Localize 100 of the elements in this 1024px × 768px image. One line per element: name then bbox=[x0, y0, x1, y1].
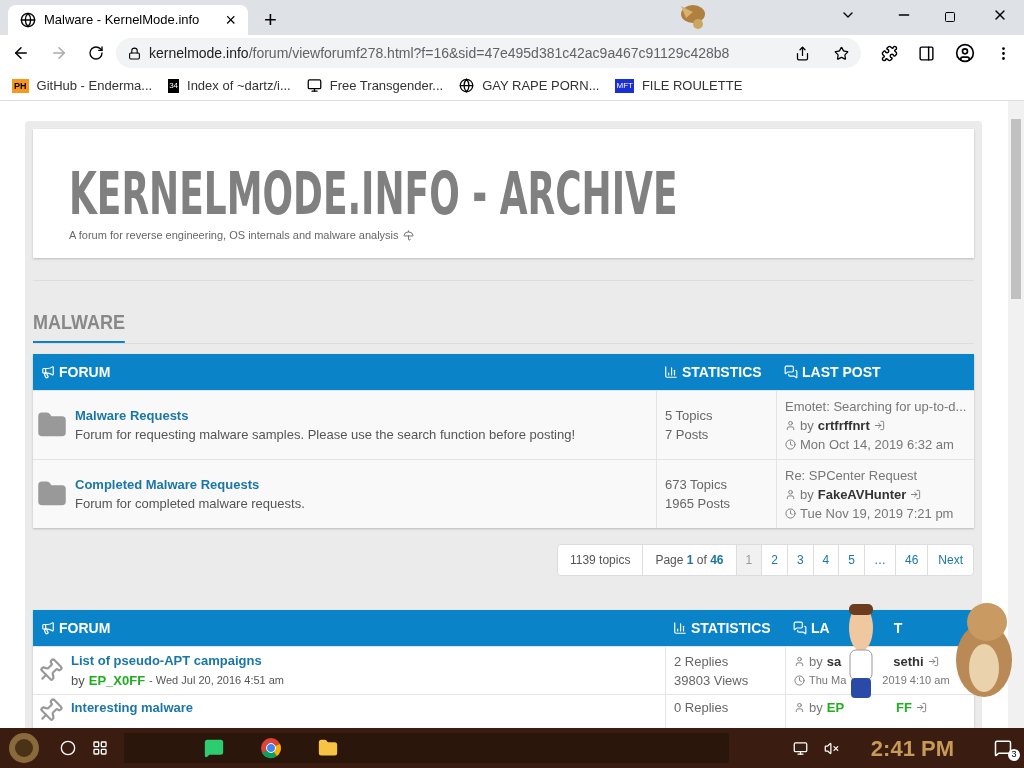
folder-icon[interactable] bbox=[318, 738, 338, 758]
user-icon bbox=[794, 655, 805, 667]
user-icon bbox=[794, 702, 805, 713]
forum-description: Forum for requesting malware samples. Please use the search function before posting! bbox=[75, 426, 576, 444]
by-label: by bbox=[800, 416, 814, 435]
column-heading: FORUM bbox=[59, 362, 111, 382]
view-count: 39803 Views bbox=[674, 671, 750, 690]
bar-chart-icon bbox=[664, 365, 678, 379]
address-field[interactable]: kernelmode.info/forum/viewforumf278.html?f=16&sid=47e495d381c42ac9a467c91129c428b8 bbox=[116, 38, 861, 68]
task-view-icon[interactable] bbox=[92, 740, 108, 756]
forum-link[interactable]: Completed Malware Requests bbox=[75, 474, 305, 494]
clock-icon bbox=[785, 438, 796, 450]
bookmark-link[interactable]: GitHub - Enderma... bbox=[36, 75, 153, 96]
column-heading: FORUM bbox=[59, 618, 111, 638]
go-to-post-icon[interactable] bbox=[910, 488, 922, 500]
new-tab-button[interactable]: + bbox=[264, 9, 277, 31]
post-time: 2019 4:10 am bbox=[882, 672, 950, 688]
bookmark-icon: 34 bbox=[168, 78, 180, 93]
side-panel-icon[interactable] bbox=[918, 44, 935, 62]
bookmark-link[interactable]: FILE ROULETTE bbox=[641, 75, 743, 96]
browser-tab[interactable]: Malware - KernelMode.info × bbox=[8, 5, 248, 35]
last-post-link[interactable]: Re: SPCenter Request bbox=[785, 465, 974, 485]
by-label: by bbox=[71, 671, 85, 690]
topic-count: 673 Topics bbox=[665, 476, 728, 494]
last-post-link[interactable]: Emotet: Searching for up-to-d... bbox=[785, 396, 974, 416]
reply-count: 0 Replies bbox=[674, 699, 730, 717]
scrollbar[interactable] bbox=[1008, 101, 1024, 728]
post-count: 7 Posts bbox=[665, 426, 710, 444]
umbrella-icon bbox=[402, 229, 414, 241]
globe-icon bbox=[20, 12, 36, 28]
reply-count: 2 Replies bbox=[674, 652, 730, 671]
author-link[interactable]: EP bbox=[826, 698, 845, 717]
clock-icon bbox=[794, 674, 805, 686]
star-icon[interactable] bbox=[834, 45, 849, 61]
topic-count: 1139 topics bbox=[557, 545, 644, 575]
section-title: MALWARE bbox=[33, 307, 125, 343]
bar-chart-icon bbox=[673, 621, 687, 635]
post-count: 1965 Posts bbox=[665, 495, 732, 513]
page-link[interactable]: 5 bbox=[839, 545, 865, 575]
post-time: Mon Oct 14, 2019 6:32 am bbox=[800, 435, 954, 454]
page-link[interactable]: 3 bbox=[787, 545, 814, 575]
maximize-icon[interactable] bbox=[944, 11, 956, 23]
user-icon bbox=[785, 419, 796, 431]
page-link[interactable]: 46 bbox=[895, 545, 929, 575]
bookmark-link[interactable]: Index of ~dartz/i... bbox=[187, 75, 291, 96]
chat-icon bbox=[793, 621, 807, 635]
network-icon[interactable] bbox=[792, 740, 808, 756]
notes-app-icon[interactable] bbox=[204, 738, 224, 758]
muted-speaker-icon[interactable] bbox=[823, 740, 839, 756]
author-link[interactable]: FF bbox=[896, 698, 912, 717]
page-indicator: Page 1 of 46 bbox=[643, 545, 737, 575]
author-link[interactable]: sethi bbox=[893, 651, 924, 671]
clock-icon bbox=[785, 507, 796, 519]
site-title: KERNELMODE.INFO - ARCHIVE bbox=[69, 165, 678, 223]
topic-link[interactable]: List of pseudo-APT campaigns bbox=[71, 651, 285, 671]
column-heading: LA bbox=[811, 618, 830, 638]
reload-icon[interactable] bbox=[88, 45, 104, 61]
author-link[interactable]: crtfrffnrt bbox=[817, 415, 870, 435]
forum-description: Forum for completed malware requests. bbox=[75, 495, 305, 513]
page-link[interactable]: 4 bbox=[813, 545, 840, 575]
tab-title: Malware - KernelMode.info bbox=[44, 11, 201, 30]
column-heading: STATISTICS bbox=[691, 618, 771, 638]
clock-time[interactable]: 2:41 PM bbox=[870, 731, 954, 765]
go-to-post-icon[interactable] bbox=[927, 655, 939, 667]
page-link[interactable]: 2 bbox=[762, 545, 788, 575]
next-link[interactable]: Next bbox=[928, 545, 973, 575]
megaphone-icon bbox=[41, 621, 55, 635]
bookmark-link[interactable]: GAY RAPE PORN... bbox=[482, 75, 600, 96]
notifications-icon[interactable] bbox=[994, 739, 1012, 757]
topic-count: 5 Topics bbox=[665, 407, 714, 425]
author-link[interactable]: sa bbox=[826, 651, 842, 671]
page-link[interactable]: … bbox=[864, 545, 896, 575]
column-heading: T bbox=[893, 618, 903, 638]
share-icon[interactable] bbox=[795, 45, 810, 61]
profile-icon[interactable] bbox=[955, 43, 975, 63]
post-date: - Wed Jul 20, 2016 4:51 am bbox=[149, 673, 285, 688]
post-time: Thu Ma bbox=[809, 672, 847, 688]
bookmark-link[interactable]: Free Transgender... bbox=[329, 75, 444, 96]
by-label: by bbox=[800, 485, 814, 504]
topic-link[interactable]: Interesting malware bbox=[71, 698, 194, 718]
bookmark-icon: MFT bbox=[615, 78, 634, 93]
back-icon[interactable] bbox=[12, 44, 30, 62]
author-link[interactable]: FakeAVHunter bbox=[817, 484, 907, 504]
by-label: by bbox=[809, 652, 823, 671]
site-subtitle: A forum for reverse engineering, OS internals and malware analysis bbox=[69, 228, 399, 243]
by-label: by bbox=[809, 699, 823, 717]
forum-link[interactable]: Malware Requests bbox=[75, 405, 576, 425]
user-icon bbox=[785, 488, 796, 500]
go-to-post-icon[interactable] bbox=[915, 702, 927, 713]
notification-count: 3 bbox=[1008, 749, 1020, 761]
go-to-post-icon[interactable] bbox=[873, 419, 885, 431]
computer-icon bbox=[306, 78, 322, 93]
close-tab-button[interactable]: × bbox=[225, 11, 236, 29]
megaphone-icon bbox=[41, 365, 55, 379]
extensions-icon[interactable] bbox=[881, 44, 898, 62]
lock-icon bbox=[128, 46, 141, 60]
chrome-icon[interactable] bbox=[260, 737, 282, 759]
search-icon[interactable] bbox=[60, 740, 76, 756]
chat-icon bbox=[784, 365, 798, 379]
author-link[interactable]: EP_X0FF bbox=[88, 670, 146, 690]
